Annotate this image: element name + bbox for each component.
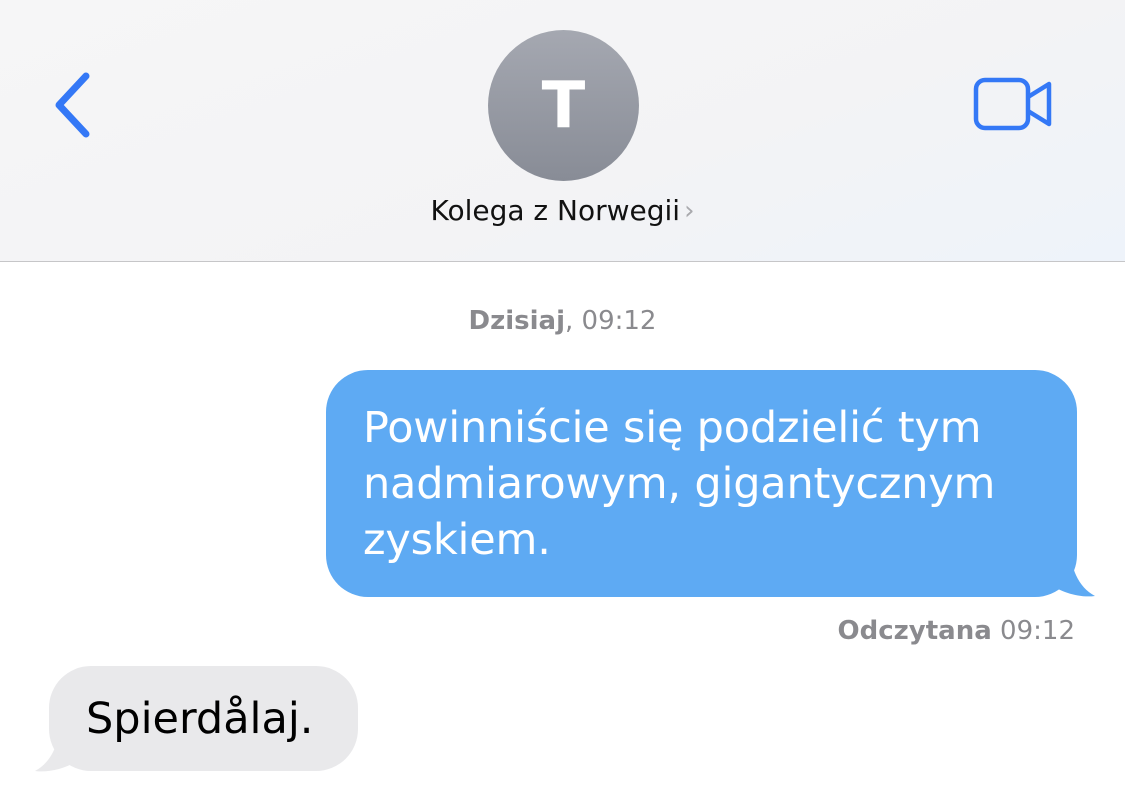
- read-time: 09:12: [991, 616, 1075, 646]
- facetime-video-button[interactable]: [966, 68, 1060, 140]
- chevron-left-icon: [55, 72, 90, 138]
- message-timestamp: Dzisiaj, 09:12: [0, 306, 1125, 336]
- chevron-right-icon: ›: [684, 196, 695, 226]
- outgoing-message-text: Powinniście się podzielić tym nadmiarowy…: [363, 403, 996, 565]
- video-camera-icon: [973, 77, 1052, 131]
- read-status: Odczytana: [837, 616, 992, 646]
- avatar-initial: T: [541, 68, 586, 143]
- conversation-header: T Kolega z Norwegii ›: [0, 0, 1125, 262]
- incoming-message-text: Spierdålaj.: [86, 693, 314, 744]
- read-receipt: Odczytana 09:12: [838, 616, 1075, 646]
- avatar[interactable]: T: [488, 30, 639, 181]
- contact-name-button[interactable]: Kolega z Norwegii ›: [0, 194, 1125, 227]
- back-button[interactable]: [38, 60, 108, 150]
- contact-name: Kolega z Norwegii: [430, 194, 681, 227]
- timestamp-time: , 09:12: [565, 306, 657, 336]
- incoming-message-bubble[interactable]: Spierdålaj.: [49, 666, 358, 771]
- timestamp-day: Dzisiaj: [468, 306, 565, 336]
- outgoing-message-bubble[interactable]: Powinniście się podzielić tym nadmiarowy…: [326, 370, 1077, 597]
